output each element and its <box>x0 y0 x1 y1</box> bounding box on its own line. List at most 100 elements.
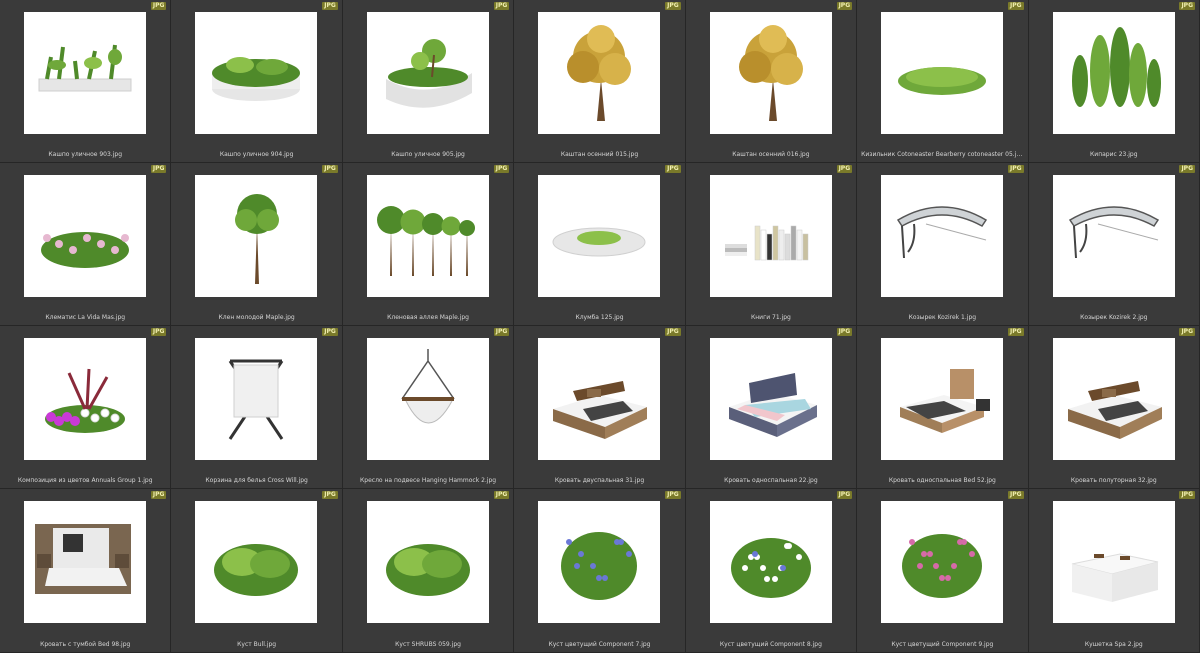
thumbnail-tile-1[interactable]: JPG Кашпо уличное 903.jpg <box>0 0 172 163</box>
thumbnail-tile-9[interactable]: JPG Клен молодой Maple.jpg <box>171 163 343 326</box>
autumn-tree-icon <box>567 25 632 121</box>
thumbnail-tile-3[interactable]: JPG Кашпо уличное 905.jpg <box>342 0 515 163</box>
thumbnail-image[interactable] <box>366 12 489 134</box>
file-name-label: Кашпо уличное 903.jpg <box>48 151 122 158</box>
thumbnail-image[interactable] <box>709 338 832 460</box>
thumbnail-tile-21[interactable]: JPG Кровать полуторная 32.jpg <box>1028 326 1200 489</box>
thumbnail-tile-7[interactable]: JPG Кипарис 23.jpg <box>1028 0 1200 163</box>
thumbnail-tile-8[interactable]: JPG Клематис La Vida Mas.jpg <box>0 163 172 326</box>
file-name-label: Каштан осенний 015.jpg <box>560 151 639 158</box>
file-name-label: Клумба 125.jpg <box>575 314 624 321</box>
thumbnail-image[interactable] <box>538 175 661 297</box>
file-name-label: Композиция из цветов Annuals Group 1.jpg <box>17 477 153 484</box>
cypress-icon <box>1071 27 1161 107</box>
thumbnail-image[interactable] <box>709 501 832 623</box>
file-type-badge: JPG <box>1179 491 1195 499</box>
file-type-badge: JPG <box>1008 165 1024 173</box>
file-name-label: Кровать односпальная Bed 52.jpg <box>888 477 996 484</box>
file-name-label: Книги 71.jpg <box>750 314 791 321</box>
thumbnail-image[interactable] <box>195 175 318 297</box>
thumbnail-image[interactable] <box>366 501 489 623</box>
file-type-badge: JPG <box>150 165 167 173</box>
bed-single-icon <box>900 369 991 433</box>
thumbnail-tile-23[interactable]: JPG Куст Bull.jpg <box>171 489 343 653</box>
thumbnail-image[interactable] <box>195 12 318 134</box>
thumbnail-image[interactable] <box>24 338 146 460</box>
thumbnail-image[interactable] <box>538 338 661 460</box>
thumbnail-tile-16[interactable]: JPG Корзина для белья Cross Will.jpg <box>171 326 343 489</box>
thumbnail-image[interactable] <box>24 175 146 297</box>
thumbnail-tile-20[interactable]: JPG Кровать односпальная Bed 52.jpg <box>857 326 1029 489</box>
thumbnail-image[interactable] <box>881 175 1004 297</box>
thumbnail-tile-4[interactable]: JPG Каштан осенний 015.jpg <box>514 0 686 163</box>
thumbnail-image[interactable] <box>1052 338 1175 460</box>
file-type-badge: JPG <box>322 165 338 173</box>
file-type-badge: JPG <box>150 2 167 10</box>
file-type-badge: JPG <box>322 491 338 499</box>
thumbnail-tile-10[interactable]: JPG Кленовая аллея Maple.jpg <box>342 163 515 326</box>
thumbnail-tile-26[interactable]: JPG Куст цветущий Component 8.jpg <box>685 489 858 653</box>
bed-icon <box>1067 381 1162 439</box>
file-name-label: Кизильник Cotoneaster Bearberry cotoneas… <box>861 151 1024 158</box>
file-name-label: Козырек Kozirek 1.jpg <box>908 314 977 321</box>
file-type-badge: JPG <box>1008 491 1024 499</box>
file-type-badge: JPG <box>493 2 510 10</box>
file-type-badge: JPG <box>665 2 681 10</box>
thumbnail-tile-17[interactable]: JPG Кресло на подвесе Hanging Hammock 2.… <box>342 326 515 489</box>
file-type-badge: JPG <box>150 491 167 499</box>
file-name-label: Кровать двуспальная 31.jpg <box>554 477 645 484</box>
thumbnail-tile-25[interactable]: JPG Куст цветущий Component 7.jpg <box>514 489 686 653</box>
thumbnail-image[interactable] <box>366 338 489 460</box>
thumbnail-tile-15[interactable]: JPG Композиция из цветов Annuals Group 1… <box>0 326 172 489</box>
pink-flower-bush-icon <box>902 534 983 598</box>
thumbnail-tile-27[interactable]: JPG Куст цветущий Component 9.jpg <box>857 489 1029 653</box>
file-name-label: Куст Bull.jpg <box>237 641 277 648</box>
thumbnail-tile-2[interactable]: JPG Кашпо уличное 904.jpg <box>171 0 343 163</box>
thumbnail-image[interactable] <box>881 501 1004 623</box>
planter-long-icon <box>38 44 132 92</box>
thumbnail-tile-14[interactable]: JPG Козырек Kozirek 2.jpg <box>1028 163 1200 326</box>
file-type-badge: JPG <box>493 165 510 173</box>
file-type-badge: JPG <box>150 328 167 336</box>
thumbnail-image[interactable] <box>1052 501 1175 623</box>
thumbnail-tile-13[interactable]: JPG Козырек Kozirek 1.jpg <box>857 163 1029 326</box>
thumbnail-tile-12[interactable]: JPG Книги 71.jpg <box>685 163 858 326</box>
thumbnail-image[interactable] <box>538 12 661 134</box>
planter-curved-icon <box>385 39 472 108</box>
thumbnail-tile-22[interactable]: JPG Кровать с тумбой Bed 98.jpg <box>0 489 172 653</box>
file-type-badge: JPG <box>1008 328 1024 336</box>
file-type-badge: JPG <box>493 328 510 336</box>
thumbnail-image[interactable] <box>881 338 1004 460</box>
thumbnail-image[interactable] <box>195 501 318 623</box>
thumbnail-image[interactable] <box>24 12 146 134</box>
thumbnail-image[interactable] <box>1052 175 1175 297</box>
thumbnail-tile-5[interactable]: JPG Каштан осенний 016.jpg <box>685 0 858 163</box>
thumbnail-tile-11[interactable]: JPG Клумба 125.jpg <box>514 163 686 326</box>
laundry-basket-icon <box>229 359 284 440</box>
file-name-label: Кровать односпальная 22.jpg <box>724 477 818 484</box>
file-type-badge: JPG <box>665 165 681 173</box>
white-flower-bush-icon <box>730 538 811 598</box>
thumbnail-image[interactable] <box>1052 12 1175 134</box>
thumbnail-image[interactable] <box>366 175 489 297</box>
file-name-label: Кипарис 23.jpg <box>1090 151 1138 158</box>
file-type-badge: JPG <box>665 328 681 336</box>
thumbnail-image[interactable] <box>538 501 661 623</box>
canopy-icon <box>897 206 988 259</box>
thumbnail-tile-6[interactable]: JPG Кизильник Cotoneaster Bearberry coto… <box>857 0 1029 163</box>
file-name-label: Каштан осенний 016.jpg <box>732 151 810 158</box>
thumbnail-image[interactable] <box>709 175 832 297</box>
file-name-label: Куст SHRUBS 059.jpg <box>395 641 461 648</box>
thumbnail-image[interactable] <box>24 501 146 623</box>
young-tree-icon <box>235 194 280 284</box>
thumbnail-tile-19[interactable]: JPG Кровать односпальная 22.jpg <box>685 326 858 489</box>
thumbnail-tile-24[interactable]: JPG Куст SHRUBS 059.jpg <box>342 489 515 653</box>
thumbnail-image[interactable] <box>709 12 832 134</box>
file-type-badge: JPG <box>1179 165 1195 173</box>
thumbnail-image[interactable] <box>195 338 318 460</box>
thumbnail-tile-28[interactable]: JPG Кушетка Spa 2.jpg <box>1028 489 1200 653</box>
file-type-badge: JPG <box>665 491 681 499</box>
thumbnail-tile-18[interactable]: JPG Кровать двуспальная 31.jpg <box>514 326 686 489</box>
bed-pink-icon <box>728 373 817 437</box>
thumbnail-image[interactable] <box>881 12 1004 134</box>
